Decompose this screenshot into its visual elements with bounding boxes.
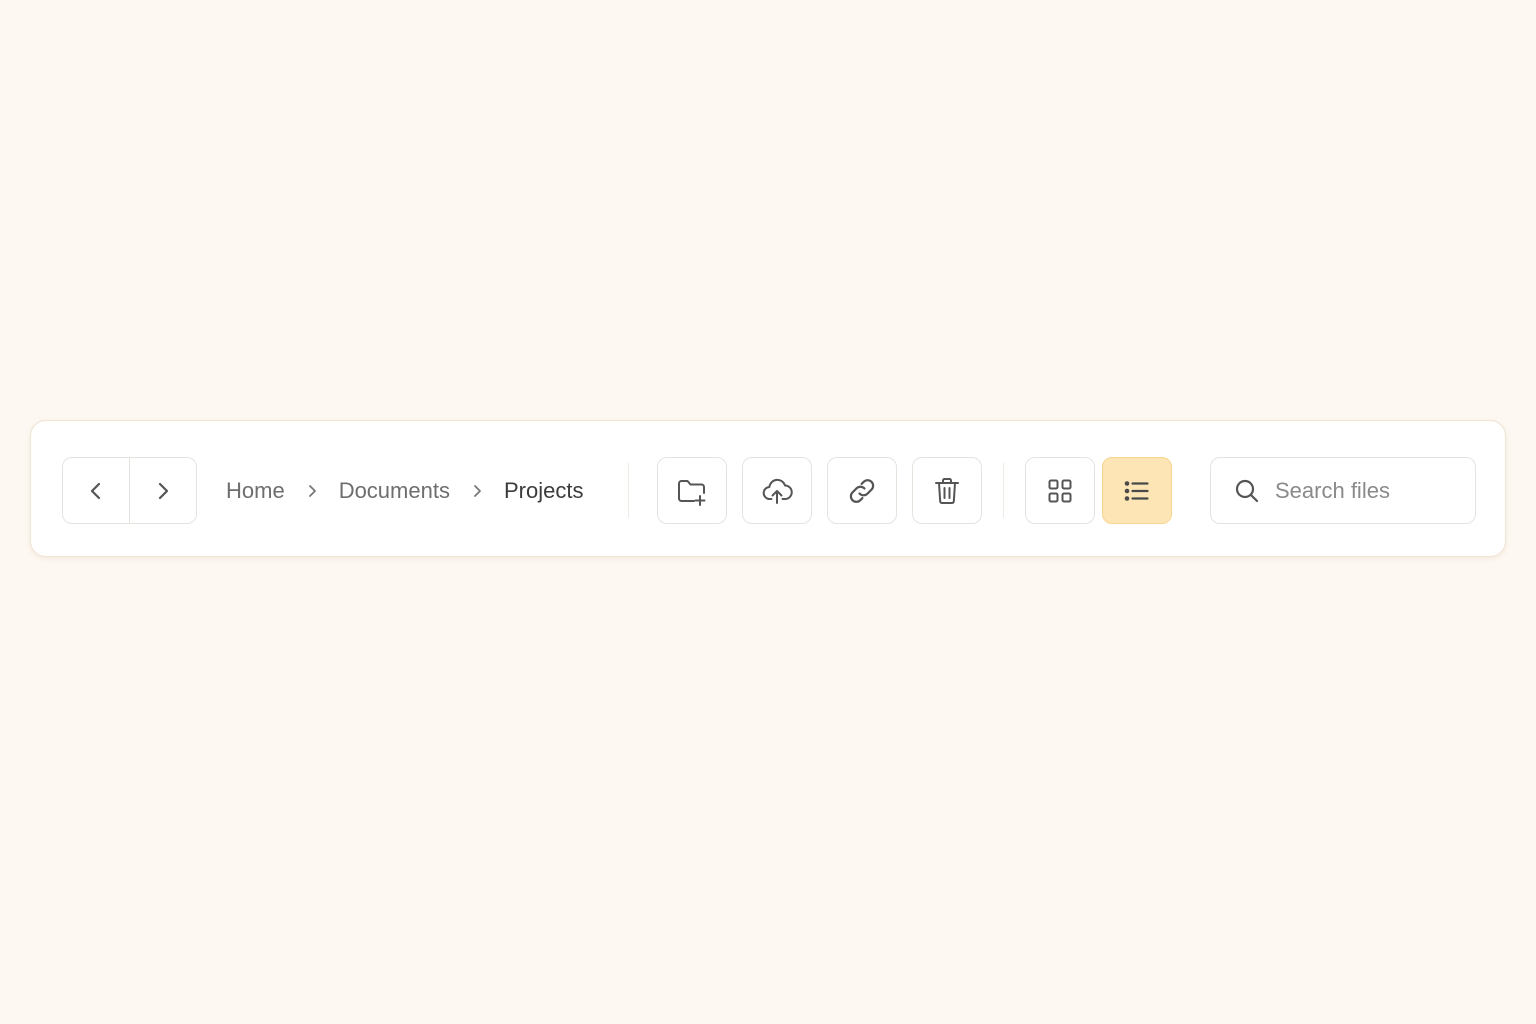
chevron-right-icon bbox=[285, 483, 339, 499]
back-button[interactable] bbox=[63, 458, 129, 523]
delete-button[interactable] bbox=[912, 457, 982, 524]
list-view-button[interactable] bbox=[1102, 457, 1172, 524]
upload-button[interactable] bbox=[742, 457, 812, 524]
divider bbox=[1003, 463, 1004, 518]
new-folder-button[interactable] bbox=[657, 457, 727, 524]
chevron-right-icon bbox=[450, 483, 504, 499]
link-icon bbox=[849, 478, 875, 503]
grid-view-button[interactable] bbox=[1025, 457, 1095, 524]
forward-button[interactable] bbox=[129, 458, 196, 523]
divider bbox=[628, 463, 629, 518]
chevron-right-icon bbox=[158, 482, 169, 499]
search-input[interactable] bbox=[1275, 477, 1455, 504]
folder-plus-icon bbox=[678, 479, 706, 506]
search-icon bbox=[1235, 479, 1259, 502]
chevron-left-icon bbox=[90, 482, 101, 499]
trash-icon bbox=[935, 477, 959, 504]
grid-icon bbox=[1048, 479, 1072, 502]
breadcrumb: Home Documents Projects bbox=[226, 457, 583, 524]
copy-link-button[interactable] bbox=[827, 457, 897, 524]
file-toolbar: Home Documents Projects bbox=[30, 420, 1506, 557]
breadcrumb-item-documents[interactable]: Documents bbox=[339, 478, 450, 504]
history-nav bbox=[62, 457, 197, 524]
list-icon bbox=[1124, 480, 1149, 501]
breadcrumb-item-projects[interactable]: Projects bbox=[504, 478, 583, 504]
breadcrumb-item-home[interactable]: Home bbox=[226, 478, 285, 504]
search-box bbox=[1210, 457, 1476, 524]
cloud-upload-icon bbox=[762, 478, 793, 504]
